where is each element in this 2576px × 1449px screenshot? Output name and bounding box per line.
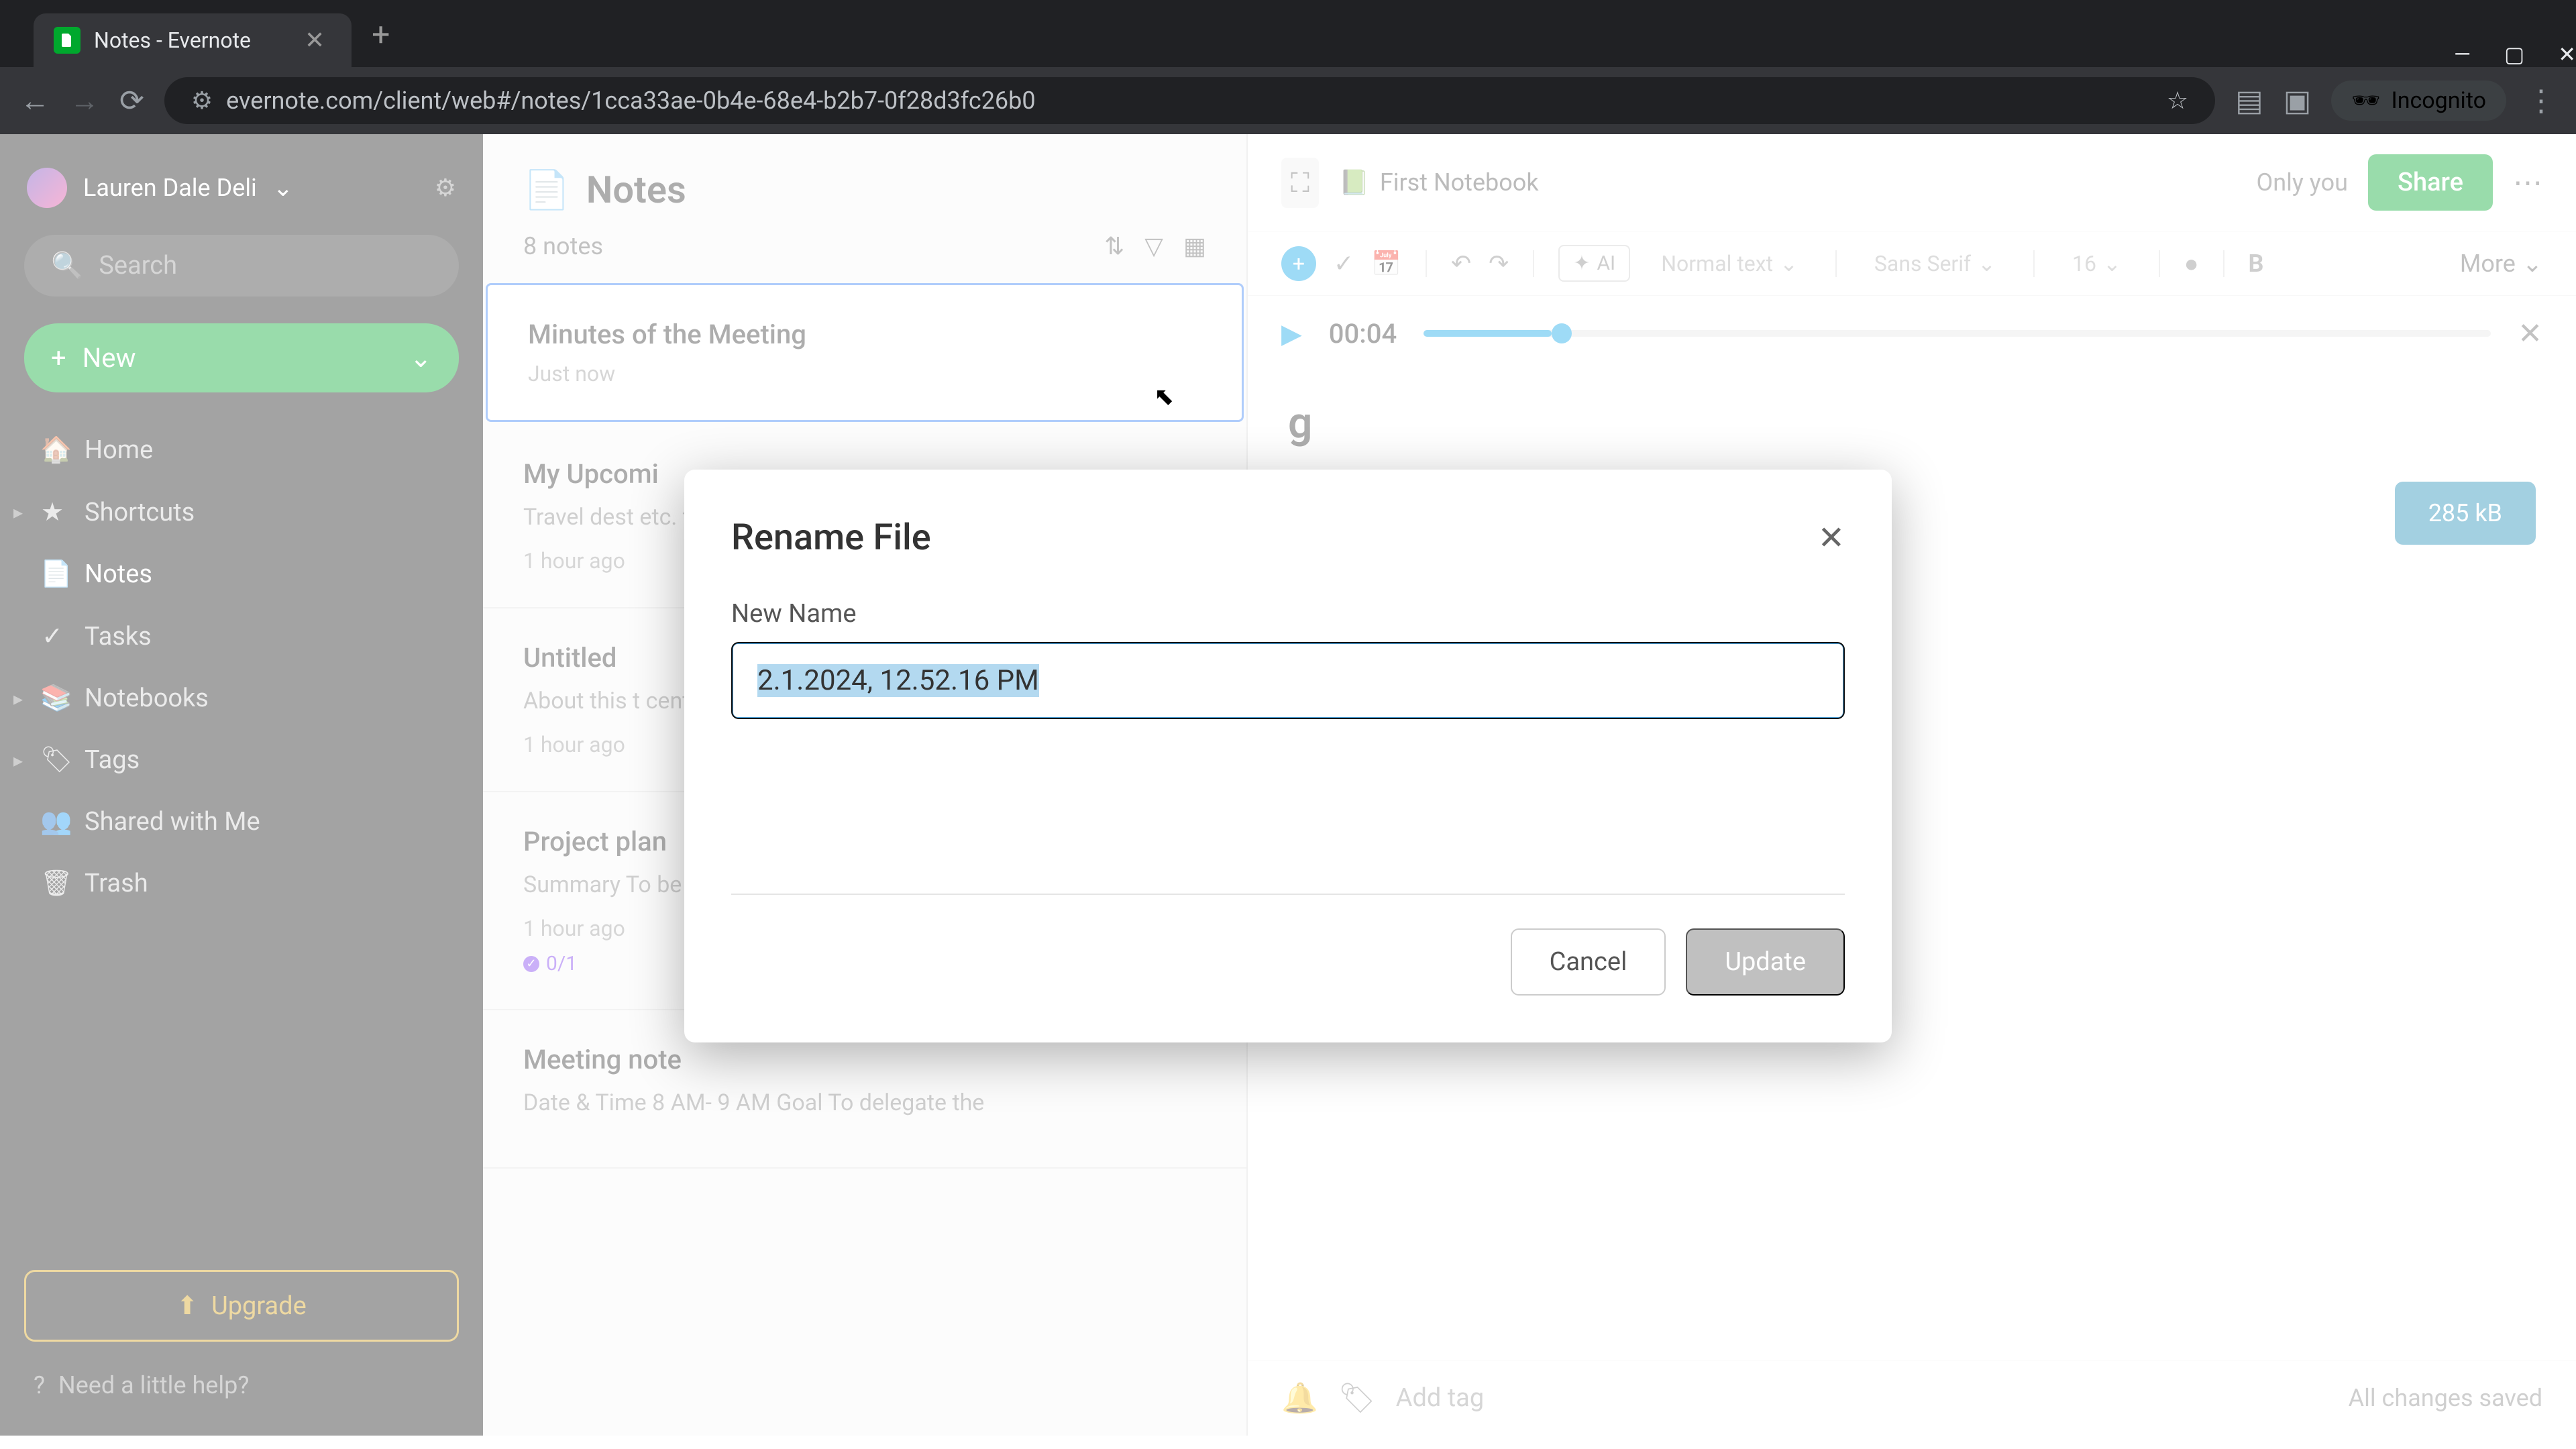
close-window-icon[interactable]: ✕	[2558, 42, 2576, 67]
field-label: New Name	[731, 599, 1845, 629]
star-icon[interactable]: ☆	[2167, 87, 2188, 115]
maximize-icon[interactable]: ▢	[2504, 42, 2524, 67]
window-controls: — ▢ ✕	[2454, 42, 2576, 67]
browser-menu-icon[interactable]: ⋮	[2526, 83, 2556, 118]
browser-tab-bar: Notes - Evernote ✕ + — ▢ ✕	[0, 0, 2576, 67]
close-icon[interactable]: ✕	[1818, 519, 1845, 557]
minimize-icon[interactable]: —	[2454, 42, 2471, 67]
new-tab-button[interactable]: +	[372, 15, 390, 54]
site-info-icon[interactable]: ⚙	[191, 87, 213, 115]
tab-title: Notes - Evernote	[94, 28, 251, 53]
reload-icon[interactable]: ⟳	[119, 83, 144, 118]
rename-file-modal: Rename File ✕ New Name ⬉ Cancel Update	[684, 470, 1892, 1042]
tab-close-icon[interactable]: ✕	[305, 26, 325, 54]
url-text: evernote.com/client/web#/notes/1cca33ae-…	[226, 87, 1035, 115]
browser-tab[interactable]: Notes - Evernote ✕	[34, 13, 352, 67]
modal-title: Rename File	[731, 517, 931, 559]
back-icon[interactable]: ←	[20, 83, 50, 118]
new-name-input[interactable]	[731, 642, 1845, 719]
mouse-cursor-icon: ⬉	[1154, 382, 1174, 411]
playlist-icon[interactable]: ▤	[2235, 83, 2263, 118]
evernote-favicon	[54, 27, 80, 54]
reader-icon[interactable]: ▣	[2284, 83, 2312, 118]
cancel-button[interactable]: Cancel	[1511, 928, 1666, 996]
incognito-icon: 🕶	[2351, 87, 2380, 114]
url-bar[interactable]: ⚙ evernote.com/client/web#/notes/1cca33a…	[164, 77, 2215, 124]
incognito-badge[interactable]: 🕶 Incognito	[2331, 80, 2506, 121]
browser-nav-bar: ← → ⟳ ⚙ evernote.com/client/web#/notes/1…	[0, 67, 2576, 134]
forward-icon: →	[70, 83, 99, 118]
modal-backdrop[interactable]: Rename File ✕ New Name ⬉ Cancel Update	[0, 134, 2576, 1436]
update-button[interactable]: Update	[1686, 928, 1845, 996]
